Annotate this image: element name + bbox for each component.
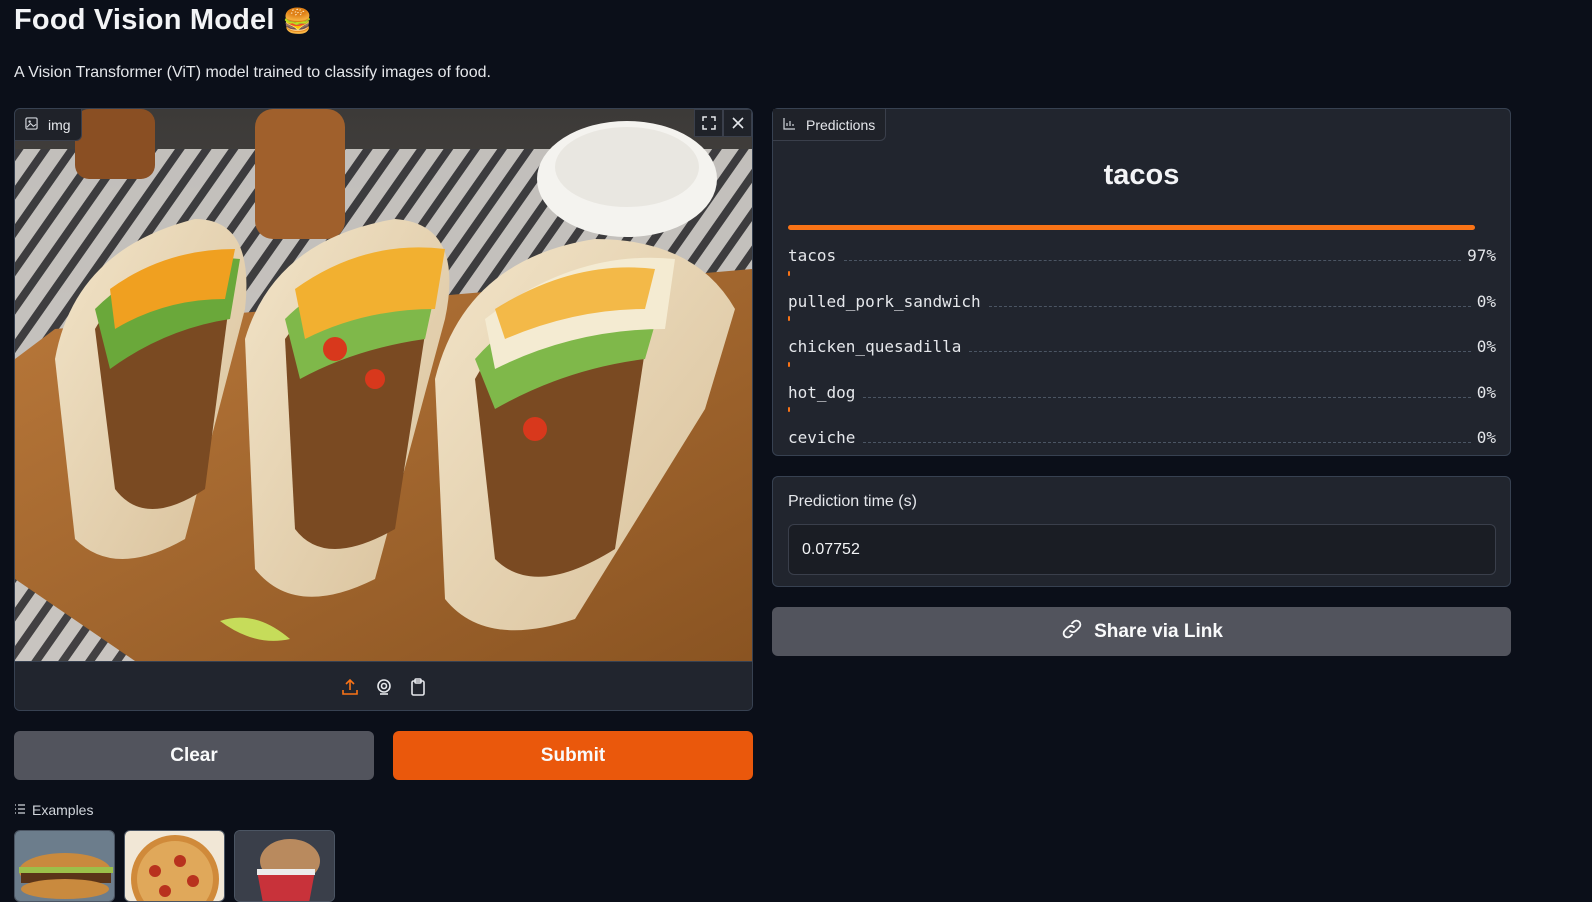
prediction-time-panel: Prediction time (s) 0.07752: [772, 476, 1511, 587]
dotted-leader: [988, 305, 1471, 307]
prediction-row-text: pulled_pork_sandwich 0%: [788, 292, 1496, 311]
prediction-class-name: pulled_pork_sandwich: [788, 291, 981, 311]
prediction-class-name: hot_dog: [788, 382, 856, 402]
list-icon: [14, 802, 26, 818]
prediction-class-name: ceviche: [788, 428, 856, 447]
page-description: A Vision Transformer (ViT) model trained…: [14, 64, 491, 81]
prediction-list: tacos 97% pulled_pork_sandwich 0% chicken_qu…: [788, 225, 1496, 453]
confidence-bar: [788, 270, 790, 276]
prediction-row: chicken_quesadilla 0%: [788, 316, 1496, 362]
share-button-label: Share via Link: [1094, 620, 1223, 642]
image-top-icons: [694, 109, 752, 137]
prediction-percentage: 97%: [1467, 246, 1496, 265]
dotted-leader: [863, 442, 1471, 443]
close-icon[interactable]: [723, 109, 752, 137]
examples-label-text: Examples: [32, 802, 94, 818]
prediction-row-text: chicken_quesadilla 0%: [788, 337, 1496, 356]
prediction-class-name: chicken_quesadilla: [788, 337, 962, 356]
confidence-bar: [788, 225, 1475, 230]
prediction-percentage: 0%: [1476, 382, 1496, 402]
uploaded-image: [15, 109, 752, 661]
image-source-toolbar: [15, 661, 752, 710]
clipboard-icon[interactable]: [408, 677, 428, 697]
example-thumbnail-pizza[interactable]: [124, 830, 225, 902]
predictions-panel: Predictions tacos tacos 97% pulled_pork_sa…: [772, 108, 1511, 456]
fullscreen-icon[interactable]: [694, 109, 723, 137]
prediction-row-text: ceviche 0%: [788, 428, 1496, 447]
prediction-class-name: tacos: [788, 246, 837, 265]
image-input-label: img: [15, 109, 82, 141]
dotted-leader: [863, 396, 1471, 398]
page-title: Food Vision Model 🍔: [14, 4, 313, 37]
example-thumbnail-hamburger[interactable]: [14, 830, 115, 902]
clear-button[interactable]: Clear: [14, 731, 374, 780]
image-input-label-text: img: [48, 116, 71, 133]
link-icon: [1060, 617, 1084, 647]
prediction-time-field[interactable]: 0.07752: [788, 524, 1496, 575]
submit-button[interactable]: Submit: [393, 731, 753, 780]
prediction-row: hot_dog 0%: [788, 361, 1496, 408]
examples-header: Examples: [14, 802, 93, 818]
image-icon: [25, 116, 38, 133]
prediction-percentage: 0%: [1476, 291, 1496, 311]
confidence-bar: [788, 407, 790, 412]
share-via-link-button[interactable]: Share via Link: [772, 607, 1511, 656]
hamburger-emoji-icon: 🍔: [282, 8, 313, 35]
prediction-row: pulled_pork_sandwich 0%: [788, 270, 1496, 317]
page-title-text: Food Vision Model: [14, 4, 275, 36]
prediction-row: tacos 97%: [788, 225, 1496, 271]
image-input-panel[interactable]: img: [14, 108, 753, 711]
confidence-bar: [788, 361, 790, 367]
prediction-time-label: Prediction time (s): [788, 493, 917, 510]
upload-icon[interactable]: [340, 677, 360, 697]
predictions-label: Predictions: [773, 109, 887, 141]
confidence-bar: [788, 316, 790, 321]
bar-chart-icon: [783, 117, 796, 133]
webcam-icon[interactable]: [374, 677, 394, 697]
prediction-percentage: 0%: [1476, 337, 1496, 356]
dotted-leader: [969, 351, 1471, 352]
example-thumbnail-ice-cream[interactable]: [234, 830, 335, 902]
prediction-row: ceviche 0%: [788, 407, 1496, 453]
predictions-label-text: Predictions: [806, 116, 876, 133]
prediction-row-text: hot_dog 0%: [788, 383, 1496, 402]
dotted-leader: [844, 260, 1462, 261]
top-prediction: tacos: [1103, 159, 1180, 191]
prediction-percentage: 0%: [1476, 428, 1496, 447]
prediction-row-text: tacos 97%: [788, 246, 1496, 265]
